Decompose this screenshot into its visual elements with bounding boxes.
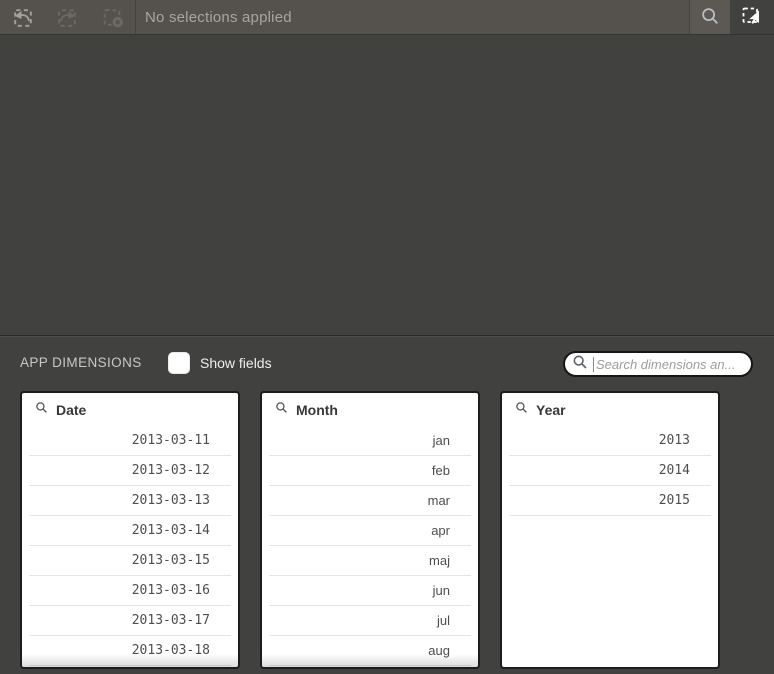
dimension-value-row[interactable]: 2013-03-12 (29, 456, 231, 486)
dimension-value-row[interactable]: 2013-03-17 (29, 606, 231, 636)
dimension-value-row[interactable]: jun (269, 576, 471, 606)
dimension-value-row[interactable]: 2013-03-16 (29, 576, 231, 606)
dimension-panel: Year 2013 2014 2015 (500, 391, 720, 669)
selections-tool-icon (740, 4, 764, 31)
step-forward-button[interactable] (45, 0, 90, 34)
current-selections-empty-area (0, 35, 774, 335)
dimension-value-list: jan feb mar apr maj jun jul aug (269, 426, 471, 666)
dimension-search-box[interactable] (563, 351, 753, 377)
dimension-value-row[interactable]: jul (269, 606, 471, 636)
dimension-panel: Date 2013-03-11 2013-03-12 2013-03-13 2013-… (20, 391, 240, 669)
clear-all-selections-button[interactable] (90, 0, 135, 34)
dimension-value-row[interactable]: maj (269, 546, 471, 576)
show-fields-label: Show fields (200, 355, 272, 371)
smart-search-button[interactable] (689, 0, 730, 34)
step-forward-icon (55, 5, 80, 30)
dimension-panel-title: Year (536, 401, 566, 418)
clear-all-selections-icon (100, 5, 125, 30)
app-dimensions-title: APP DIMENSIONS (20, 355, 142, 370)
dimension-value-list: 2013-03-11 2013-03-12 2013-03-13 2013-03-14… (29, 426, 231, 666)
dimension-value-row[interactable]: jan (269, 426, 471, 456)
dimension-value-row[interactable]: 2013-03-14 (29, 516, 231, 546)
show-fields-checkbox[interactable] (168, 352, 190, 374)
step-back-button[interactable] (0, 0, 45, 34)
selections-tool-toggle[interactable] (730, 0, 774, 34)
dimension-panels: Date 2013-03-11 2013-03-12 2013-03-13 2013-… (20, 391, 720, 669)
dimension-value-row[interactable]: 2013-03-15 (29, 546, 231, 576)
dimension-panel-header: Month (262, 393, 478, 426)
dimension-value-row[interactable]: 2013 (509, 426, 711, 456)
search-icon (572, 354, 588, 375)
dimension-panel: Month jan feb mar apr maj jun jul aug (260, 391, 480, 669)
dimension-value-row[interactable]: 2013-03-18 (29, 636, 231, 666)
dimension-value-row[interactable]: 2015 (509, 486, 711, 516)
dimension-value-row[interactable]: 2013-03-11 (29, 426, 231, 456)
dimension-panel-title: Month (296, 401, 338, 418)
selections-status-text: No selections applied (145, 8, 292, 26)
dimension-panel-title: Date (56, 401, 87, 418)
dimension-panel-header: Year (502, 393, 718, 426)
app-dimensions-header: APP DIMENSIONS Show fields (0, 337, 774, 391)
dimension-value-row[interactable]: aug (269, 636, 471, 666)
dimension-value-row[interactable]: 2014 (509, 456, 711, 486)
selections-toolbar: No selections applied (0, 0, 774, 35)
dimension-search-input[interactable] (594, 356, 747, 372)
dimension-value-row[interactable]: mar (269, 486, 471, 516)
search-icon[interactable] (515, 401, 528, 419)
dimension-value-row[interactable]: apr (269, 516, 471, 546)
dimension-panel-header: Date (22, 393, 238, 426)
dimension-value-list: 2013 2014 2015 (509, 426, 711, 516)
dimension-value-row[interactable]: feb (269, 456, 471, 486)
search-icon (699, 5, 721, 30)
step-back-icon (10, 5, 35, 30)
dimension-value-row[interactable]: 2013-03-13 (29, 486, 231, 516)
search-icon[interactable] (275, 401, 288, 419)
search-icon[interactable] (35, 401, 48, 419)
